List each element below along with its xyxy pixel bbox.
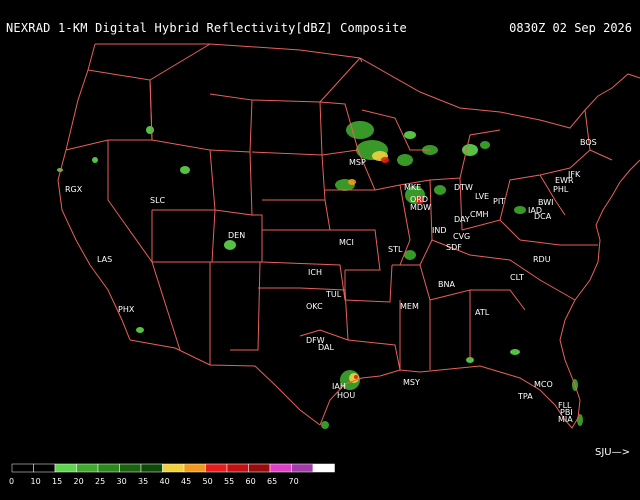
legend-label: 60: [246, 477, 256, 486]
legend-swatch: [11, 463, 34, 473]
station-label-ich: ICH: [308, 268, 322, 277]
station-label-mco: MCO: [534, 380, 553, 389]
legend-swatch: [140, 463, 163, 473]
map-timestamp: 0830Z 02 Sep 2026: [509, 21, 632, 35]
legend-label: 0: [9, 477, 14, 486]
legend-label: 55: [224, 477, 234, 486]
legend-swatch: [54, 463, 77, 473]
radar-echo: [510, 349, 520, 355]
station-label-atl: ATL: [475, 308, 490, 317]
station-label-hou: HOU: [337, 391, 355, 400]
station-label-rgx: RGX: [65, 185, 83, 194]
scroll-east-button[interactable]: SJU—>: [595, 447, 630, 458]
station-label-bna: BNA: [438, 280, 455, 289]
radar-echo: [136, 327, 144, 333]
station-label-iah: IAH: [332, 382, 346, 391]
legend-swatch: [33, 463, 56, 473]
legend-label: 20: [74, 477, 84, 486]
radar-echo: [480, 141, 490, 149]
map-title: NEXRAD 1-KM Digital Hybrid Reflectivity[…: [6, 21, 407, 35]
legend-swatch: [291, 463, 314, 473]
legend-label: 25: [95, 477, 105, 486]
legend-label: 30: [117, 477, 127, 486]
station-label-pbi: PBI: [560, 408, 573, 417]
radar-echo: [92, 157, 98, 163]
station-label-dal: DAL: [318, 343, 334, 352]
legend-label: 35: [138, 477, 148, 486]
legend-swatch: [183, 463, 206, 473]
station-label-msp: MSP: [349, 158, 366, 167]
station-label-tpa: TPA: [517, 392, 533, 401]
legend-label: 45: [181, 477, 191, 486]
legend-label: 40: [160, 477, 170, 486]
legend-swatch: [269, 463, 292, 473]
legend-swatch: [205, 463, 228, 473]
station-label-ind: IND: [432, 226, 447, 235]
station-label-ewr: EWR: [555, 176, 574, 185]
legend-label: 50: [203, 477, 213, 486]
station-label-stl: STL: [388, 245, 403, 254]
station-label-rdu: RDU: [533, 255, 551, 264]
legend-label: 15: [52, 477, 62, 486]
station-label-okc: OKC: [306, 302, 323, 311]
radar-echo: [180, 166, 190, 174]
station-label-tul: TUL: [325, 290, 342, 299]
station-label-lve: LVE: [475, 192, 489, 201]
radar-echo: [404, 131, 416, 139]
station-label-bos: BOS: [580, 138, 597, 147]
radar-echo: [321, 421, 329, 429]
legend-swatch: [312, 463, 335, 473]
radar-echo: [381, 157, 389, 163]
radar-echo: [462, 144, 478, 156]
station-label-den: DEN: [228, 231, 245, 240]
radar-echo: [397, 154, 413, 166]
station-label-slc: SLC: [150, 196, 166, 205]
radar-echo: [354, 375, 358, 379]
legend-label: 70: [289, 477, 299, 486]
radar-echo: [514, 206, 526, 214]
legend-swatch: [76, 463, 99, 473]
legend-label: 65: [267, 477, 277, 486]
radar-echo: [434, 185, 446, 195]
legend-label: 10: [31, 477, 41, 486]
station-label-phl: PHL: [553, 185, 569, 194]
color-scale-legend: 0 10 15 20 25 30 35 40 45 50 55 60 65 70: [9, 463, 335, 486]
legend-swatch: [162, 463, 185, 473]
station-label-mci: MCI: [339, 238, 354, 247]
station-label-phx: PHX: [118, 305, 135, 314]
legend-swatch: [119, 463, 142, 473]
radar-echo: [146, 126, 154, 134]
station-label-mdw: MDW: [410, 203, 431, 212]
station-label-day: DAY: [454, 215, 470, 224]
station-label-las: LAS: [97, 255, 112, 264]
station-label-mke: MKE: [404, 183, 421, 192]
station-label-cvg: CVG: [453, 232, 470, 241]
header: NEXRAD 1-KM Digital Hybrid Reflectivity[…: [0, 0, 640, 40]
legend-swatch: [248, 463, 271, 473]
legend-swatch: [97, 463, 120, 473]
radar-echo: [224, 240, 236, 250]
station-label-mem: MEM: [400, 302, 419, 311]
station-label-dtw: DTW: [454, 183, 473, 192]
legend-swatch: [226, 463, 249, 473]
station-label-msy: MSY: [403, 378, 420, 387]
radar-map[interactable]: RGXSLCLASPHXDENICHTULOKCDFWDALIAHHOUMCIS…: [0, 40, 640, 460]
station-label-clt: CLT: [510, 273, 524, 282]
station-label-cmh: CMH: [470, 210, 489, 219]
radar-echo: [348, 179, 356, 185]
station-label-sdf: SDF: [446, 243, 462, 252]
station-label-dca: DCA: [534, 212, 552, 221]
station-label-pit: PIT: [493, 197, 505, 206]
